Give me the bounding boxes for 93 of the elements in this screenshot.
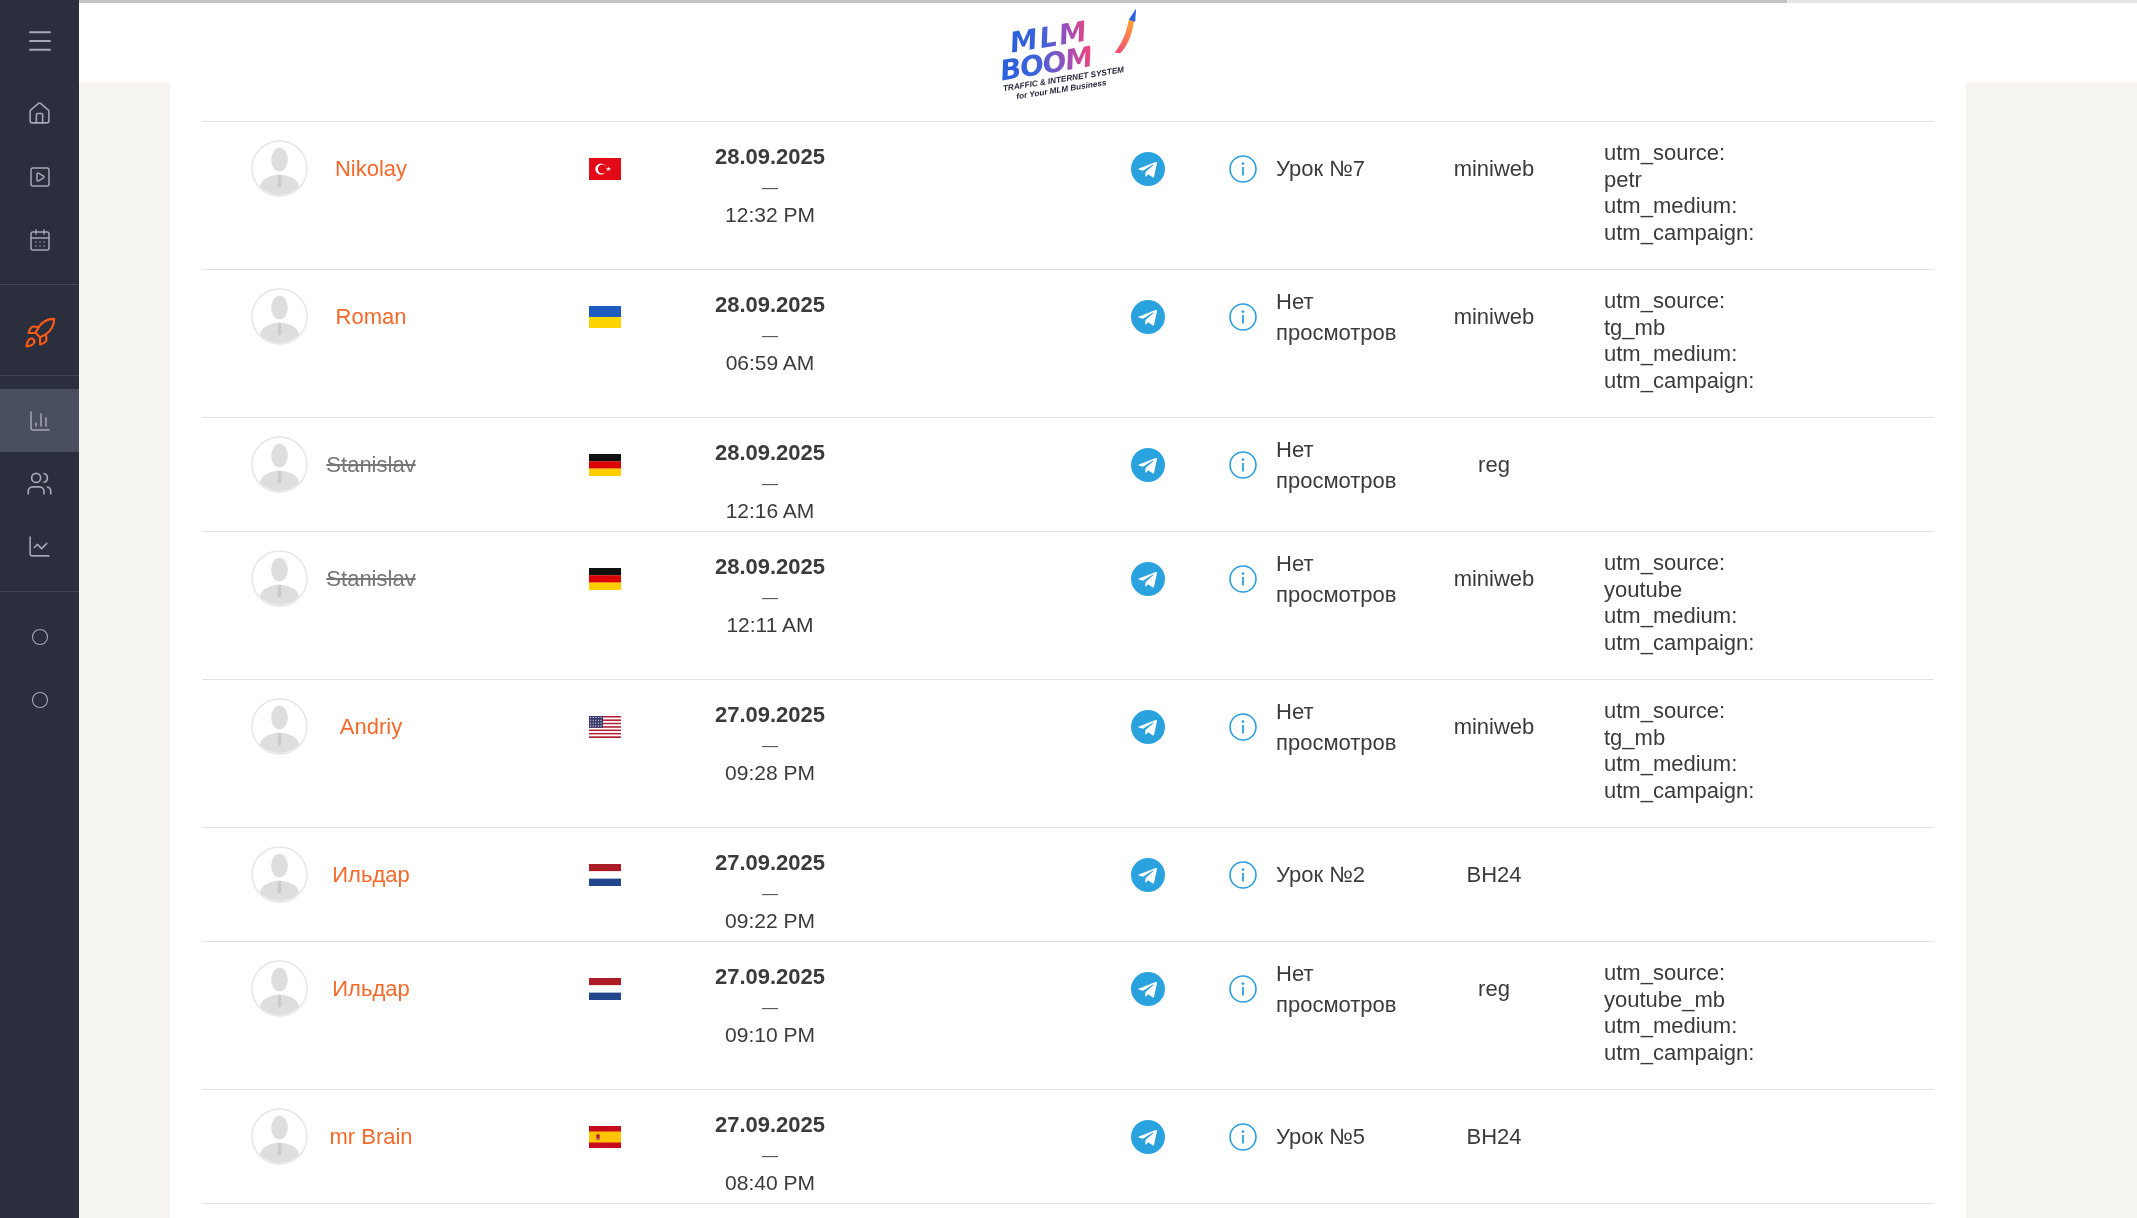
date-text: 28.09.2025 <box>714 553 826 581</box>
source-text: miniweb <box>1453 713 1535 740</box>
info-icon[interactable] <box>1229 974 1257 1003</box>
lesson-text: Урок №5 <box>1276 1123 1367 1151</box>
info-icon[interactable] <box>1229 450 1257 479</box>
time-text: 12:16 AM <box>725 498 815 524</box>
time-text: 12:32 PM <box>725 202 815 228</box>
utm-param-label: utm_campaign: <box>1604 777 1755 804</box>
time-text: 09:28 PM <box>725 760 815 786</box>
date-separator: — <box>762 326 778 346</box>
time-text: 06:59 AM <box>725 350 815 376</box>
utm-param-value: tg_mb <box>1604 724 1666 751</box>
utm-param-label: utm_source: <box>1604 698 1726 725</box>
avatar-silhouette-icon <box>251 960 308 1017</box>
paper-plane-icon[interactable] <box>1131 561 1165 596</box>
info-icon[interactable] <box>1229 860 1257 889</box>
date-separator: — <box>762 884 778 904</box>
utm-param-label: utm_medium: <box>1604 193 1738 220</box>
source-text: BH24 <box>1466 1123 1522 1150</box>
date-text: 27.09.2025 <box>714 701 826 729</box>
avatar-silhouette-icon <box>251 698 308 755</box>
time-text: 09:10 PM <box>725 1022 815 1048</box>
sidebar-nav-button[interactable] <box>0 389 79 452</box>
paper-plane-icon[interactable] <box>1131 971 1165 1006</box>
date-text: 27.09.2025 <box>714 963 826 991</box>
date-separator: — <box>762 1146 778 1166</box>
paper-plane-icon[interactable] <box>1131 447 1165 482</box>
lesson-text: Нет просмотров <box>1276 435 1398 495</box>
source-text: miniweb <box>1453 155 1535 182</box>
paper-plane-icon[interactable] <box>1131 857 1165 892</box>
user-name-link[interactable]: Ильдар <box>332 975 410 1002</box>
source-text: BH24 <box>1466 861 1522 888</box>
utm-param-label: utm_medium: <box>1604 751 1738 778</box>
time-text: 09:22 PM <box>725 908 815 934</box>
lesson-text: Нет просмотров <box>1276 549 1398 609</box>
utm-param-value: tg_mb <box>1604 314 1666 341</box>
lesson-text: Нет просмотров <box>1276 697 1398 757</box>
avatar-silhouette-icon <box>251 1108 308 1165</box>
lesson-text: Урок №2 <box>1276 861 1367 889</box>
date-text: 27.09.2025 <box>714 1111 826 1139</box>
source-text: reg <box>1478 451 1510 478</box>
avatar-silhouette-icon <box>251 846 308 903</box>
user-name-link[interactable]: Andriy <box>339 713 403 740</box>
utm-param-label: utm_source: <box>1604 550 1726 577</box>
date-text: 28.09.2025 <box>714 439 826 467</box>
info-icon[interactable] <box>1229 154 1257 183</box>
user-name-link[interactable]: Stanislav <box>326 565 416 592</box>
avatar-silhouette-icon <box>251 140 308 197</box>
paper-plane-icon[interactable] <box>1131 299 1165 334</box>
utm-param-value: youtube <box>1604 576 1683 603</box>
utm-param-label: utm_medium: <box>1604 1013 1738 1040</box>
user-name-link[interactable]: Stanislav <box>326 451 416 478</box>
utm-param-label: utm_source: <box>1604 140 1726 167</box>
user-name-link[interactable]: Nikolay <box>334 155 408 182</box>
utm-param-label: utm_campaign: <box>1604 1039 1755 1066</box>
info-icon[interactable] <box>1229 564 1257 593</box>
user-name-link[interactable]: mr Brain <box>329 1123 413 1150</box>
source-text: reg <box>1478 975 1510 1002</box>
info-icon[interactable] <box>1229 302 1257 331</box>
utm-param-label: utm_campaign: <box>1604 629 1755 656</box>
utm-param-label: utm_source: <box>1604 288 1726 315</box>
date-separator: — <box>762 178 778 198</box>
utm-param-label: utm_medium: <box>1604 603 1738 630</box>
user-name-link[interactable]: Ильдар <box>332 861 410 888</box>
utm-param-label: utm_medium: <box>1604 341 1738 368</box>
lesson-text: Нет просмотров <box>1276 959 1398 1019</box>
lesson-text: Нет просмотров <box>1276 287 1398 347</box>
avatar-silhouette-icon <box>251 288 308 345</box>
utm-param-value: petr <box>1604 166 1642 193</box>
date-separator: — <box>762 588 778 608</box>
paper-plane-icon[interactable] <box>1131 1119 1165 1154</box>
avatar-silhouette-icon <box>251 550 308 607</box>
date-text: 27.09.2025 <box>714 849 826 877</box>
utm-param-label: utm_campaign: <box>1604 367 1755 394</box>
date-separator: — <box>762 998 778 1018</box>
info-icon[interactable] <box>1229 712 1257 741</box>
utm-param-label: utm_source: <box>1604 960 1726 987</box>
paper-plane-icon[interactable] <box>1131 151 1165 186</box>
user-name-link[interactable]: Roman <box>335 303 407 330</box>
date-separator: — <box>762 474 778 494</box>
paper-plane-icon[interactable] <box>1131 709 1165 744</box>
lesson-text: Урок №7 <box>1276 155 1367 183</box>
utm-param-value: youtube_mb <box>1604 986 1726 1013</box>
date-text: 28.09.2025 <box>714 291 826 319</box>
utm-param-label: utm_campaign: <box>1604 219 1755 246</box>
source-text: miniweb <box>1453 565 1535 592</box>
time-text: 08:40 PM <box>725 1170 815 1196</box>
time-text: 12:11 AM <box>726 612 814 638</box>
source-text: miniweb <box>1453 303 1535 330</box>
date-text: 28.09.2025 <box>714 143 826 171</box>
avatar-silhouette-icon <box>251 436 308 493</box>
info-icon[interactable] <box>1229 1122 1257 1151</box>
date-separator: — <box>762 736 778 756</box>
